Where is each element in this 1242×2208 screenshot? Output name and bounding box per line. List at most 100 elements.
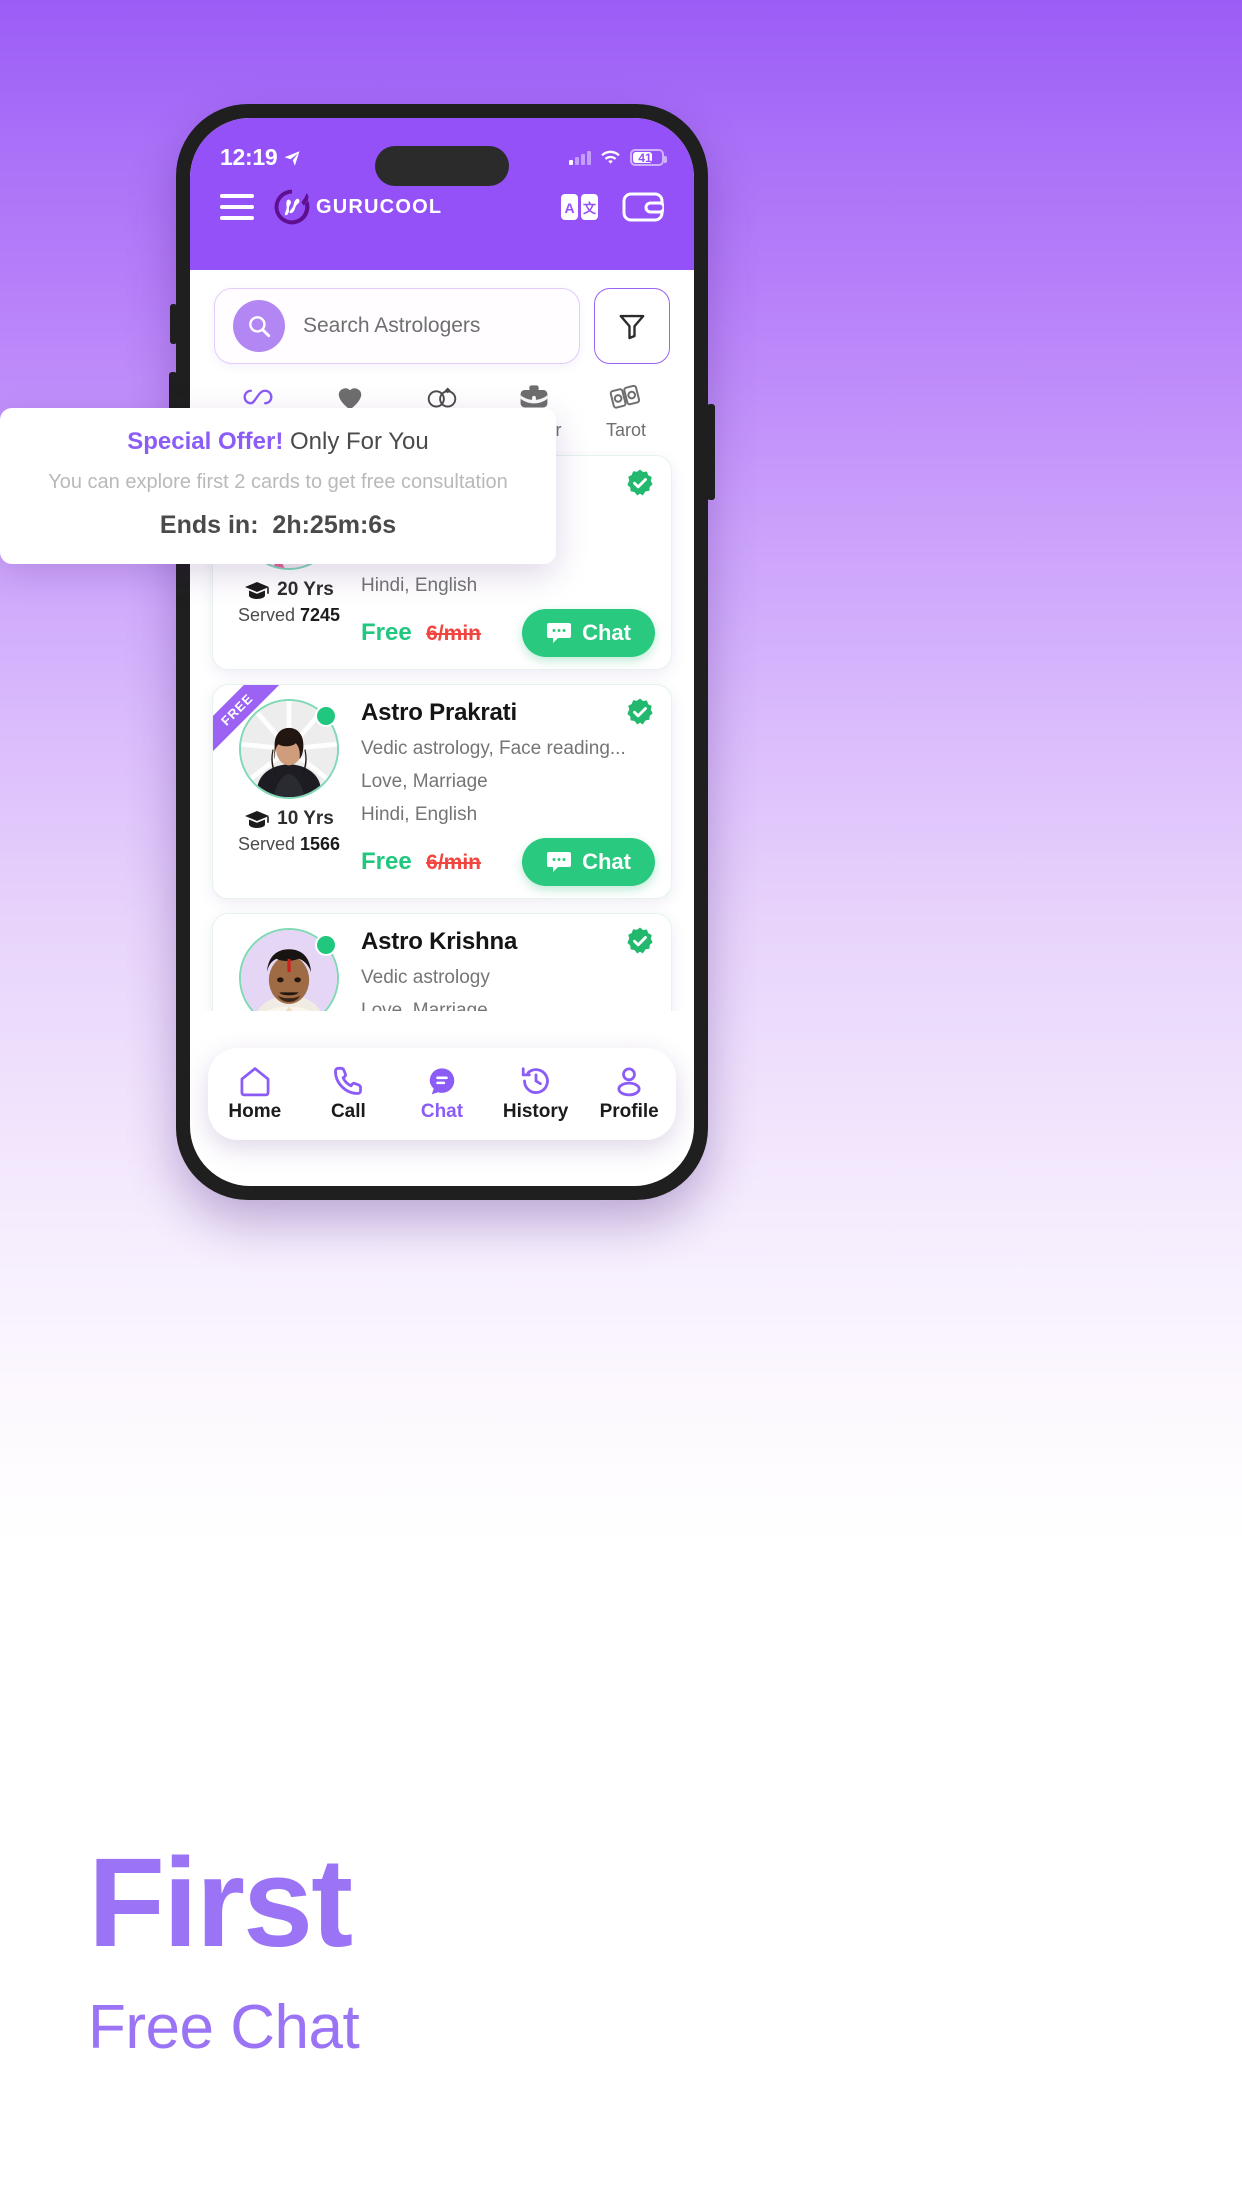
- chat-bubble-icon: [547, 852, 572, 872]
- tarot-cards-icon: [609, 380, 643, 414]
- home-icon: [240, 1067, 270, 1097]
- search-icon: [233, 300, 285, 352]
- astrologer-focus: Love, Marriage: [361, 771, 488, 792]
- battery-icon: 41: [630, 149, 667, 166]
- phone-icon: [334, 1066, 363, 1095]
- special-offer-title: Special Offer! Only For You: [0, 428, 556, 456]
- phone-mute-switch: [170, 304, 177, 344]
- experience-years: 20 Yrs: [277, 579, 334, 600]
- nav-item-label: Call: [330, 1101, 366, 1122]
- price-group: Free 6/min: [361, 619, 481, 647]
- chat-button-label: Chat: [582, 849, 631, 874]
- app-header: 12:19 41 GURUCOOL A 文: [190, 118, 694, 270]
- category-label: Tarot: [605, 420, 647, 440]
- app-nav-right: A 文: [560, 191, 664, 223]
- price-free: Free: [361, 619, 412, 646]
- chat-bubble-icon: [547, 623, 572, 643]
- graduation-cap-icon: [245, 582, 270, 599]
- nav-item-label: History: [502, 1101, 569, 1122]
- nav-item-label: Profile: [599, 1101, 659, 1122]
- location-arrow-icon: [284, 150, 300, 166]
- experience-row: 10 Yrs: [244, 808, 334, 830]
- astrologer-skills: Vedic astrology: [361, 967, 490, 988]
- filter-funnel-icon: [619, 314, 645, 340]
- chat-button[interactable]: Chat: [522, 609, 655, 657]
- history-clock-icon: [521, 1067, 549, 1094]
- bottom-navigation-bar: Home Call Chat History Profile: [208, 1048, 676, 1140]
- category-tab-tarot[interactable]: Tarot: [580, 380, 672, 441]
- astrologer-card-right: Astro Prakrati Vedic astrology, Face rea…: [361, 698, 655, 886]
- astrologer-languages: Hindi, English: [361, 804, 478, 825]
- avatar-wrapper: [239, 699, 339, 799]
- filter-button[interactable]: [594, 288, 670, 364]
- astrologer-card-left: 20 Yrs: [229, 928, 349, 1011]
- graduation-cap-icon: [245, 811, 270, 828]
- status-bar-left: 12:19: [220, 144, 301, 171]
- chat-bubble-icon: [429, 1068, 455, 1095]
- search-input[interactable]: [303, 314, 561, 338]
- astrologer-skills: Vedic astrology, Face reading...: [361, 738, 626, 759]
- gurucool-logo-icon: [274, 189, 310, 225]
- nav-item-label: Chat: [420, 1101, 464, 1122]
- status-bar-right: 41: [569, 149, 667, 166]
- special-offer-title-rest: Only For You: [283, 428, 429, 455]
- chat-button[interactable]: Chat: [522, 838, 655, 886]
- cellular-signal-icon: [569, 150, 591, 165]
- online-status-dot: [315, 705, 337, 727]
- translate-language-icon[interactable]: A 文: [560, 191, 600, 223]
- countdown-value: 2h:25m:6s: [272, 511, 397, 539]
- served-count: Served 1566: [238, 834, 340, 855]
- served-count: Served 7245: [238, 605, 340, 626]
- price-group: Free 6/min: [361, 848, 481, 876]
- astrologer-card[interactable]: 20 Yrs Astro Krishna Vedic astrology Lov…: [212, 913, 672, 1011]
- astrologer-card-right: Astro Krishna Vedic astrology Love, Marr…: [361, 927, 655, 1011]
- search-row: [190, 270, 694, 374]
- nav-item-profile[interactable]: Profile: [583, 1065, 675, 1123]
- phone-screen: 12:19 41 GURUCOOL A 文 Search Astrologers…: [190, 118, 694, 1186]
- special-offer-countdown: Ends in: 2h:25m:6s: [0, 511, 556, 540]
- price-row: Free 6/min Chat: [361, 838, 655, 886]
- astrologer-languages: Hindi, English: [361, 575, 478, 596]
- nav-item-chat[interactable]: Chat: [396, 1065, 488, 1123]
- avatar-wrapper: [239, 928, 339, 1011]
- status-bar-clock: 12:19: [220, 144, 278, 170]
- special-offer-banner[interactable]: Special Offer! Only For You You can expl…: [0, 408, 556, 564]
- hamburger-menu-icon[interactable]: [220, 194, 254, 220]
- served-label: Served: [237, 834, 295, 854]
- wifi-icon: [601, 150, 620, 164]
- search-bar[interactable]: [214, 288, 580, 364]
- dynamic-island: [375, 146, 509, 186]
- price-row: Free 6/min Chat: [361, 609, 655, 657]
- brand-name: GURUCOOL: [316, 195, 443, 218]
- price-original: 6/min: [426, 622, 482, 645]
- experience-row: 20 Yrs: [244, 579, 334, 601]
- served-number: 1566: [300, 834, 341, 854]
- astrologer-card[interactable]: FREE: [212, 684, 672, 899]
- person-icon: [617, 1067, 641, 1097]
- chat-button-label: Chat: [582, 620, 631, 645]
- phone-power-button: [707, 404, 715, 500]
- online-status-dot: [315, 934, 337, 956]
- nav-item-home[interactable]: Home: [209, 1065, 301, 1123]
- special-offer-highlight: Special Offer!: [127, 428, 284, 455]
- verified-badge-icon: [627, 927, 653, 954]
- countdown-label: Ends in:: [159, 511, 259, 539]
- served-label: Served: [237, 605, 295, 625]
- headline-main: First: [88, 1832, 353, 1973]
- nav-item-call[interactable]: Call: [302, 1065, 394, 1123]
- nav-item-history[interactable]: History: [490, 1065, 582, 1123]
- astrologer-name: Astro Krishna: [361, 928, 518, 955]
- nav-item-label: Home: [228, 1101, 282, 1122]
- astrologer-focus: Love, Marriage: [361, 1000, 488, 1011]
- headline-block: First Free Chat: [88, 1832, 360, 2063]
- price-free: Free: [361, 848, 412, 875]
- astrologer-card-left: 10 Yrs Served 1566: [229, 699, 349, 886]
- brand-logo[interactable]: GURUCOOL: [270, 185, 442, 229]
- battery-percentage: 41: [638, 150, 652, 165]
- svg-text:A: A: [564, 200, 574, 216]
- svg-text:文: 文: [583, 201, 597, 216]
- astrologer-name: Astro Prakrati: [361, 699, 517, 726]
- special-offer-subtitle: You can explore first 2 cards to get fre…: [48, 471, 508, 493]
- verified-badge-icon: [627, 698, 653, 725]
- wallet-icon[interactable]: [622, 191, 664, 223]
